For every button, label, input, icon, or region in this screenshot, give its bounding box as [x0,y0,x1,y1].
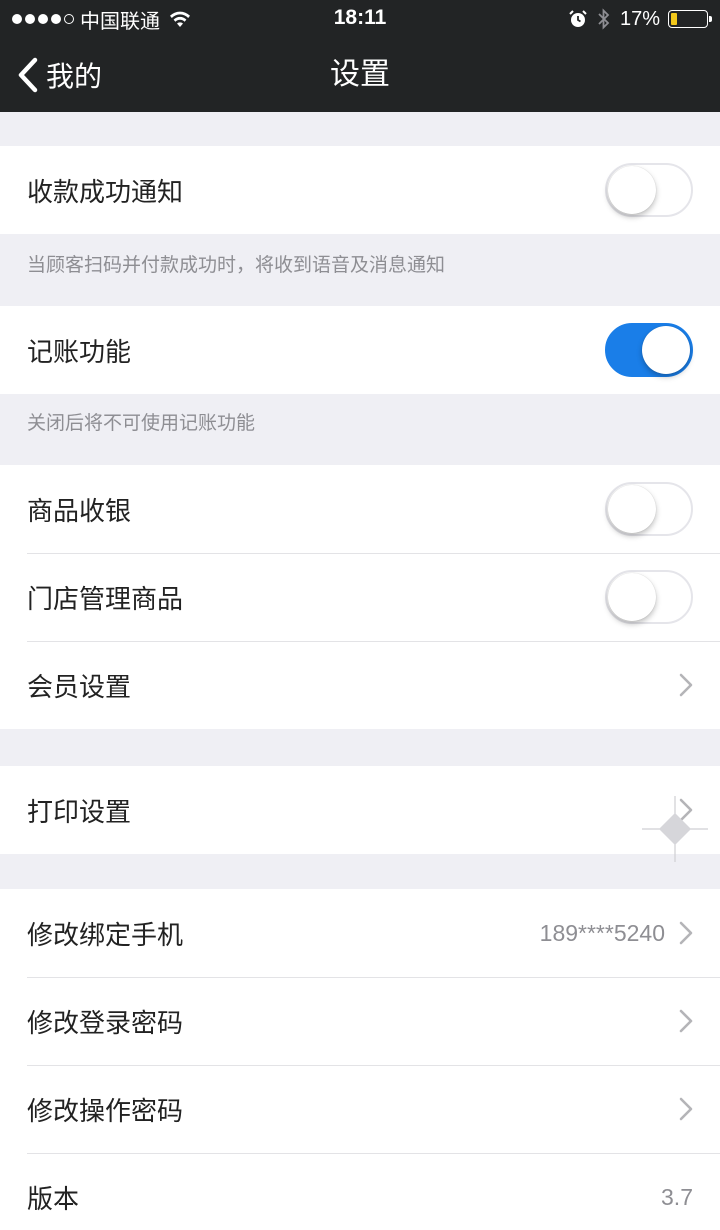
section-bookkeeping: 记账功能 [0,306,720,394]
store-goods-row: 门店管理商品 [0,553,720,641]
bookkeeping-label: 记账功能 [27,337,132,368]
status-bar: 中国联通 18:11 17% [0,0,720,38]
chevron-right-icon [679,921,693,945]
notify-label: 收款成功通知 [27,177,184,208]
chevron-right-icon [679,673,693,697]
notify-footnote: 当顾客扫码并付款成功时，将收到语音及消息通知 [27,254,446,276]
section-notify: 收款成功通知 [0,146,720,234]
page-title: 设置 [330,57,390,92]
operation-password-row[interactable]: 修改操作密码 [0,1065,720,1153]
bluetooth-icon [598,8,610,30]
bind-phone-label: 修改绑定手机 [27,920,184,951]
member-settings-label: 会员设置 [27,672,132,703]
section-account: 修改绑定手机 189****5240 修改登录密码 修改操作密码 版本 3.7 [0,889,720,1230]
version-value: 3.7 [661,1183,693,1210]
alarm-icon [569,10,587,27]
login-password-label: 修改登录密码 [27,1008,184,1039]
sparkle-overlay-icon [642,796,708,862]
store-goods-toggle[interactable] [605,570,693,624]
operation-password-label: 修改操作密码 [27,1096,184,1127]
version-label: 版本 [27,1184,80,1215]
version-row: 版本 3.7 [0,1153,720,1230]
chevron-right-icon [679,1097,693,1121]
notify-toggle[interactable] [605,163,693,217]
print-settings-row[interactable]: 打印设置 [0,766,720,854]
login-password-row[interactable]: 修改登录密码 [0,977,720,1065]
chevron-right-icon [679,1009,693,1033]
bookkeeping-footnote: 关闭后将不可使用记账功能 [27,412,256,434]
section-print: 打印设置 [0,766,720,862]
navigation-bar: 我的 设置 [0,38,720,112]
goods-cashier-row: 商品收银 [0,465,720,553]
goods-cashier-toggle[interactable] [605,482,693,536]
bind-phone-row[interactable]: 修改绑定手机 189****5240 [0,889,720,977]
status-bar-right: 17% [568,7,712,31]
section-goods: 商品收银 门店管理商品 会员设置 [0,465,720,729]
store-goods-label: 门店管理商品 [27,584,184,615]
print-settings-label: 打印设置 [27,797,132,828]
battery-percent: 17% [619,7,660,30]
bookkeeping-toggle[interactable] [605,323,693,377]
bind-phone-value: 189****5240 [539,919,665,946]
member-settings-row[interactable]: 会员设置 [0,641,720,729]
battery-level-fill [671,13,677,25]
battery-icon [668,10,712,28]
notify-row: 收款成功通知 [0,146,720,234]
goods-cashier-label: 商品收银 [27,496,132,527]
bookkeeping-row: 记账功能 [0,306,720,394]
